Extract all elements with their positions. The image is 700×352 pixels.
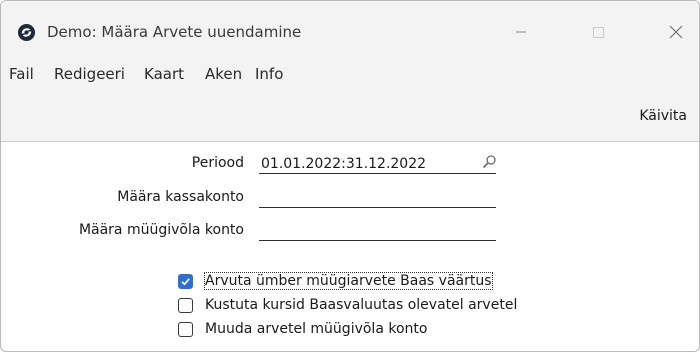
menu-info[interactable]: Info [255, 65, 283, 83]
sales-account-input[interactable] [259, 222, 496, 241]
checkmark-icon [181, 278, 190, 286]
maximize-icon [593, 27, 604, 38]
close-icon [669, 25, 683, 39]
period-input[interactable]: 01.01.2022:31.12.2022 [259, 155, 496, 174]
option-label: Muuda arvetel müügivõla konto [205, 321, 428, 337]
sales-account-label: Määra müügivõla konto [78, 222, 244, 238]
menu-file[interactable]: Fail [9, 65, 34, 83]
maximize-button[interactable] [575, 19, 621, 45]
cash-account-label: Määra kassakonto [117, 189, 244, 205]
minimize-button[interactable] [498, 19, 544, 45]
menu-edit[interactable]: Redigeeri [54, 65, 125, 83]
search-icon[interactable] [481, 154, 497, 170]
window-title: Demo: Määra Arvete uuendamine [47, 23, 302, 41]
menu-window[interactable]: Aken [205, 65, 242, 83]
cash-account-input[interactable] [259, 189, 496, 208]
toolbar [1, 92, 699, 142]
checkbox-delete-rates[interactable] [178, 298, 193, 313]
option-label: Arvuta ümber müügiarvete Baas väärtus [204, 272, 493, 290]
menu-card[interactable]: Kaart [144, 65, 184, 83]
run-button[interactable]: Käivita [639, 108, 687, 124]
close-button[interactable] [652, 19, 698, 45]
option-label: Kustuta kursid Baasvaluutas olevatel arv… [205, 297, 518, 313]
checkbox-change-sales-account[interactable] [178, 322, 193, 337]
app-logo-icon [17, 23, 36, 42]
checkbox-recalculate-base[interactable] [178, 274, 193, 289]
dialog-window: Demo: Määra Arvete uuendamine Fail Redig… [0, 0, 700, 352]
period-label: Periood [191, 155, 244, 171]
minimize-icon [516, 31, 526, 33]
